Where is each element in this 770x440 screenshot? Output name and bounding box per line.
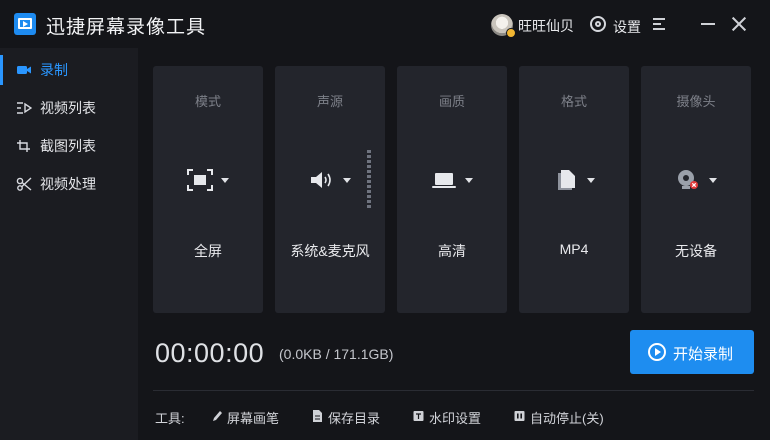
laptop-icon xyxy=(432,173,456,188)
speaker-icon xyxy=(311,172,331,188)
watermark-settings-button[interactable]: 水印设置 xyxy=(429,408,481,427)
card-value: 无设备 xyxy=(675,243,717,259)
screenshot-list-icon xyxy=(17,140,30,152)
card-title: 格式 xyxy=(560,94,587,109)
screen-pen-button[interactable]: 屏幕画笔 xyxy=(227,408,279,427)
start-recording-label: 开始录制 xyxy=(673,346,734,363)
card-value: 高清 xyxy=(438,243,466,259)
title-bar: 迅捷屏幕录像工具 旺旺仙贝 设置 xyxy=(0,0,770,48)
volume-meter xyxy=(367,150,371,210)
card-value: 系统&麦克风 xyxy=(290,243,370,259)
mode-card[interactable]: 模式 全屏 xyxy=(153,66,263,313)
sidebar-item-record[interactable]: 录制 xyxy=(0,51,138,89)
sidebar-item-label: 视频列表 xyxy=(40,100,96,116)
card-title: 模式 xyxy=(194,94,221,109)
gear-icon[interactable] xyxy=(590,16,606,32)
minimize-icon[interactable] xyxy=(701,23,715,25)
card-value: MP4 xyxy=(559,241,589,257)
audio-source-card[interactable]: 声源 系统&麦克风 xyxy=(275,66,385,313)
username[interactable]: 旺旺仙贝 xyxy=(518,16,574,36)
save-directory-button[interactable]: 保存目录 xyxy=(328,408,380,427)
vip-badge-icon xyxy=(506,28,516,38)
card-title: 画质 xyxy=(438,94,465,109)
webcam-icon xyxy=(678,170,698,189)
card-title: 摄像头 xyxy=(676,94,716,109)
card-value: 全屏 xyxy=(194,243,222,259)
settings-button[interactable]: 设置 xyxy=(613,17,641,37)
card-title: 声源 xyxy=(316,94,343,109)
fullscreen-icon xyxy=(187,169,213,191)
chevron-down-icon[interactable] xyxy=(587,178,595,183)
chevron-down-icon[interactable] xyxy=(709,178,717,183)
file-icon xyxy=(558,170,575,190)
app-logo-icon xyxy=(14,13,36,35)
sidebar-item-label: 录制 xyxy=(40,62,68,78)
file-size-info: (0.0KB / 171.1GB) xyxy=(279,346,394,362)
sidebar-item-screenshot-list[interactable]: 截图列表 xyxy=(0,127,138,165)
video-list-icon xyxy=(17,102,32,114)
document-icon xyxy=(313,410,322,422)
sidebar-item-video-list[interactable]: 视频列表 xyxy=(0,89,138,127)
divider xyxy=(153,390,754,391)
sidebar-item-video-tools[interactable]: 视频处理 xyxy=(0,165,138,203)
format-card[interactable]: 格式 MP4 xyxy=(519,66,629,313)
avatar[interactable] xyxy=(491,14,516,38)
watermark-icon xyxy=(413,411,424,421)
quality-card[interactable]: 画质 高清 xyxy=(397,66,507,313)
sidebar-item-label: 视频处理 xyxy=(40,176,96,192)
start-recording-button[interactable]: 开始录制 xyxy=(630,330,754,374)
play-icon xyxy=(648,343,666,361)
menu-icon[interactable] xyxy=(653,18,667,30)
pen-icon xyxy=(213,411,222,421)
chevron-down-icon[interactable] xyxy=(465,178,473,183)
recording-timer: 00:00:00 xyxy=(155,338,265,368)
camera-icon xyxy=(17,66,31,74)
main-panel: 模式 全屏 声源 系统&麦克风 画质 高清 格式 MP4 摄像头 无设备 00:… xyxy=(138,48,770,440)
chevron-down-icon[interactable] xyxy=(221,178,229,183)
sidebar-item-label: 截图列表 xyxy=(40,138,96,154)
video-tools-icon xyxy=(16,177,32,191)
auto-stop-button[interactable]: 自动停止(关) xyxy=(530,408,604,427)
tools-label: 工具: xyxy=(155,411,185,426)
app-title: 迅捷屏幕录像工具 xyxy=(46,17,207,38)
chevron-down-icon[interactable] xyxy=(343,178,351,183)
close-icon[interactable] xyxy=(731,16,747,32)
sidebar: 录制 视频列表 截图列表 视频处理 xyxy=(0,48,138,440)
webcam-card[interactable]: 摄像头 无设备 xyxy=(641,66,751,313)
pause-icon xyxy=(514,411,525,421)
